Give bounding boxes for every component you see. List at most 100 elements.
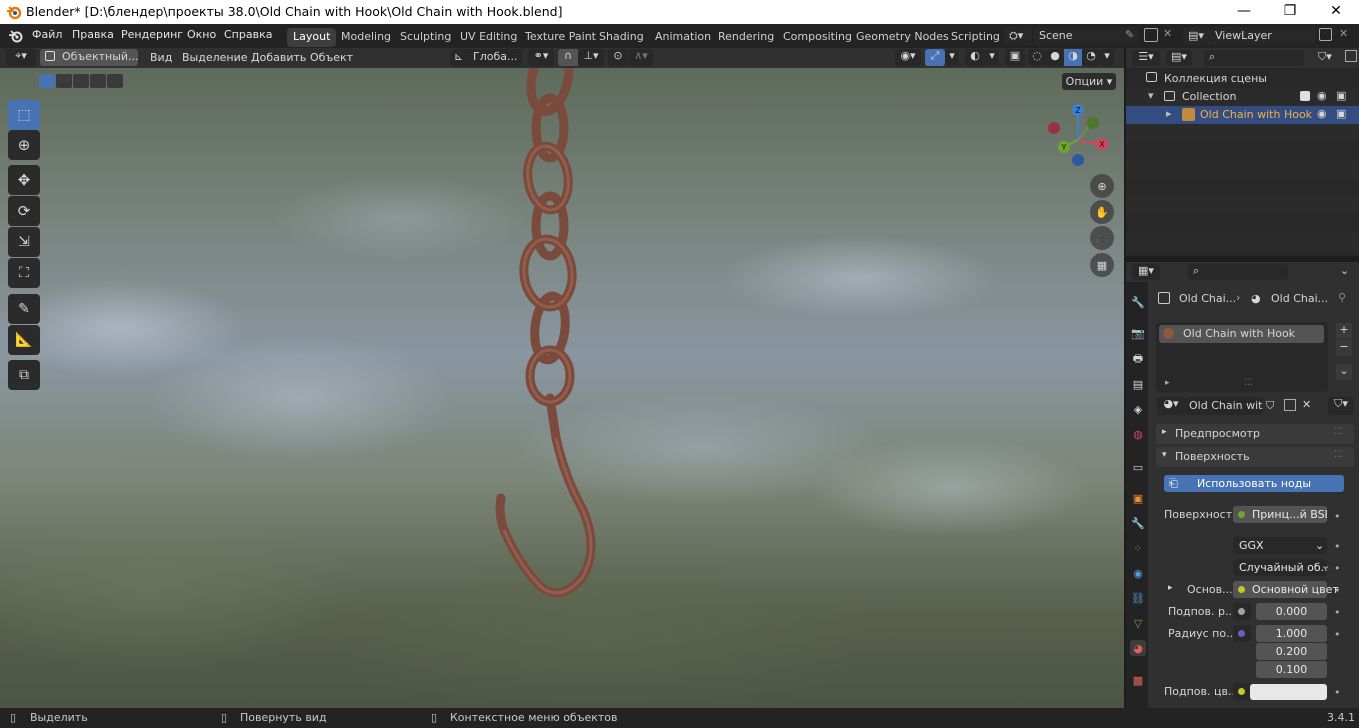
keyframe-dot-icon[interactable]: • — [1334, 628, 1341, 641]
menu-help[interactable]: Справка — [224, 28, 272, 41]
camera-render-icon[interactable]: ▣ — [1336, 107, 1346, 120]
socket-button[interactable] — [1233, 625, 1251, 642]
tab-scripting[interactable]: Scripting — [945, 28, 1006, 47]
select-extend-icon[interactable] — [56, 74, 72, 88]
slot-specials-button[interactable]: ⌄ — [1336, 364, 1352, 380]
move-tool[interactable]: ✥ — [8, 165, 40, 195]
menu-file[interactable]: Файл — [32, 28, 62, 41]
menu-edit[interactable]: Правка — [72, 28, 114, 41]
pan-view-button[interactable]: ✋ — [1090, 200, 1114, 224]
3d-viewport[interactable]: Опции ▾ ⬚ ⊕ ✥ ⟳ ⇲ ⛶ ✎ 📐 ⧉ Z X Y ⊕ ✋ 🎥 ▦ — [0, 68, 1124, 708]
annotate-tool[interactable]: ✎ — [8, 294, 40, 324]
keyframe-dot-icon[interactable]: • — [1334, 686, 1341, 699]
pivot-dropdown[interactable]: ⚭▾ — [528, 49, 554, 66]
menu-object[interactable]: Объект — [310, 51, 353, 64]
expand-icon[interactable]: ▾ — [1148, 89, 1154, 102]
overlay-toggle[interactable]: ◐ — [965, 49, 985, 66]
remove-slot-button[interactable]: − — [1336, 340, 1352, 356]
preview-panel-header[interactable]: ▸ Предпросмотр ⁚⁚⁚ — [1156, 424, 1354, 444]
shading-dropdown[interactable]: ▾ — [1100, 49, 1114, 66]
new-view-layer-icon[interactable] — [1319, 28, 1332, 41]
drag-handle-icon[interactable]: ⁚⁚⁚ — [1334, 427, 1343, 437]
proportional-edit-toggle[interactable]: ⊙ — [608, 49, 628, 66]
options-dropdown[interactable]: Опции ▾ — [1062, 73, 1116, 90]
display-mode-dropdown[interactable]: ▤▾ — [1166, 50, 1192, 66]
surface-panel-header[interactable]: ▾ Поверхность ⁚⁚⁚ — [1156, 447, 1354, 467]
solid-shading-button[interactable]: ● — [1046, 49, 1064, 66]
pin-icon[interactable]: ⚲ — [1338, 291, 1346, 304]
tab-modeling[interactable]: Modeling — [335, 28, 397, 47]
scene-name-field[interactable]: Scene — [1034, 27, 1138, 45]
menu-select[interactable]: Выделение — [182, 51, 248, 64]
outliner-row-scene-collection[interactable]: Коллекция сцены — [1126, 70, 1359, 88]
unlink-material-icon[interactable]: ✕ — [1302, 398, 1311, 411]
keyframe-dot-icon[interactable]: • — [1334, 540, 1341, 553]
subsurface-color-swatch[interactable] — [1250, 684, 1327, 700]
rendered-shading-button[interactable]: ◔ — [1082, 49, 1100, 66]
tab-animation[interactable]: Animation — [649, 28, 717, 47]
tab-compositing[interactable]: Compositing — [777, 28, 858, 47]
menu-view[interactable]: Вид — [150, 51, 172, 64]
tab-rendering[interactable]: Rendering — [712, 28, 780, 47]
outliner-search-input[interactable]: ⌕ — [1204, 50, 1304, 66]
keyframe-dot-icon[interactable]: • — [1334, 606, 1341, 619]
delete-scene-icon[interactable]: ✕ — [1163, 27, 1172, 40]
outliner-row-collection[interactable]: ▾ Collection ◉ ▣ — [1126, 88, 1359, 106]
transform-orientation-dropdown[interactable]: ⊾ Глоба... — [450, 49, 522, 66]
minimize-button[interactable]: — — [1221, 0, 1267, 24]
world-tab-icon[interactable]: ◍ — [1130, 426, 1146, 442]
filter-icon[interactable]: ⛉▾ — [1318, 50, 1332, 64]
tab-geometry-nodes[interactable]: Geometry Nodes — [850, 28, 955, 47]
visibility-dropdown[interactable]: ◉▾ — [895, 49, 921, 66]
new-collection-icon[interactable] — [1345, 50, 1357, 62]
select-difference-icon[interactable] — [90, 74, 106, 88]
particles-tab-icon[interactable]: ⁘ — [1130, 540, 1146, 556]
view-layer-selector-button[interactable]: ▤▾ — [1183, 27, 1211, 45]
add-cube-tool[interactable]: ⧉ — [8, 360, 40, 390]
data-tab-icon[interactable]: ▽ — [1130, 615, 1146, 631]
select-box-tool[interactable]: ⬚ — [8, 100, 40, 130]
use-nodes-button[interactable]: ⎗ Использовать ноды — [1164, 475, 1344, 492]
new-scene-icon[interactable] — [1144, 28, 1158, 42]
menu-render[interactable]: Рендеринг — [121, 28, 183, 41]
snap-toggle[interactable]: ∩ — [558, 49, 578, 66]
expand-icon[interactable]: ▸ — [1166, 107, 1172, 120]
menu-window[interactable]: Окно — [187, 28, 216, 41]
chevron-down-icon[interactable]: ⌄ — [1340, 264, 1349, 277]
view-layer-name-field[interactable]: ViewLayer — [1211, 27, 1315, 45]
camera-view-button[interactable]: 🎥 — [1090, 226, 1114, 250]
snap-target-dropdown[interactable]: ⊥▾ — [578, 49, 604, 66]
select-subtract-icon[interactable] — [73, 74, 89, 88]
eye-icon[interactable]: ◉ — [1317, 89, 1327, 102]
material-name-field[interactable]: Old Chain wit... — [1185, 397, 1263, 415]
close-window-button[interactable]: ✕ — [1313, 0, 1359, 24]
material-tab-icon[interactable]: ◕ — [1130, 640, 1146, 656]
object-tab-icon[interactable]: ▣ — [1130, 490, 1146, 506]
gizmo-dropdown[interactable]: ▾ — [945, 49, 959, 66]
radius-z-field[interactable]: 0.100 — [1256, 661, 1327, 678]
scene-selector-button[interactable]: ⛭▾ — [1004, 27, 1032, 45]
add-slot-button[interactable]: + — [1336, 323, 1352, 339]
properties-search-input[interactable]: ⌕ — [1188, 264, 1288, 280]
tab-sculpting[interactable]: Sculpting — [394, 28, 457, 47]
surface-shader-field[interactable]: Принц...й BSDF — [1233, 506, 1327, 523]
resize-handle-icon[interactable]: ⁚⁚⁚ — [1244, 378, 1253, 388]
outliner-editor-type[interactable]: ☰▾ — [1132, 50, 1160, 66]
camera-render-icon[interactable]: ▣ — [1336, 89, 1346, 102]
exclude-checkbox[interactable] — [1300, 91, 1310, 101]
material-slot-item[interactable]: Old Chain with Hook — [1159, 325, 1324, 343]
material-shading-button[interactable]: ◑ — [1064, 49, 1082, 66]
constraints-tab-icon[interactable]: ⛓ — [1130, 590, 1146, 606]
subsurface-value-field[interactable]: 0.000 — [1256, 603, 1327, 620]
editor-type-button[interactable]: ⌖▾ — [6, 49, 36, 66]
scale-tool[interactable]: ⇲ — [8, 227, 40, 257]
pin-icon[interactable]: ✎ — [1125, 28, 1134, 41]
xray-toggle[interactable]: ▣ — [1005, 49, 1025, 66]
overlay-dropdown[interactable]: ▾ — [985, 49, 999, 66]
radius-y-field[interactable]: 0.200 — [1256, 643, 1327, 660]
wireframe-shading-button[interactable]: ◌ — [1028, 49, 1046, 66]
output-tab-icon[interactable]: 🖶 — [1130, 351, 1146, 367]
ortho-view-button[interactable]: ▦ — [1090, 253, 1114, 277]
chain-hook-object[interactable] — [470, 68, 630, 613]
cursor-tool[interactable]: ⊕ — [8, 130, 40, 160]
